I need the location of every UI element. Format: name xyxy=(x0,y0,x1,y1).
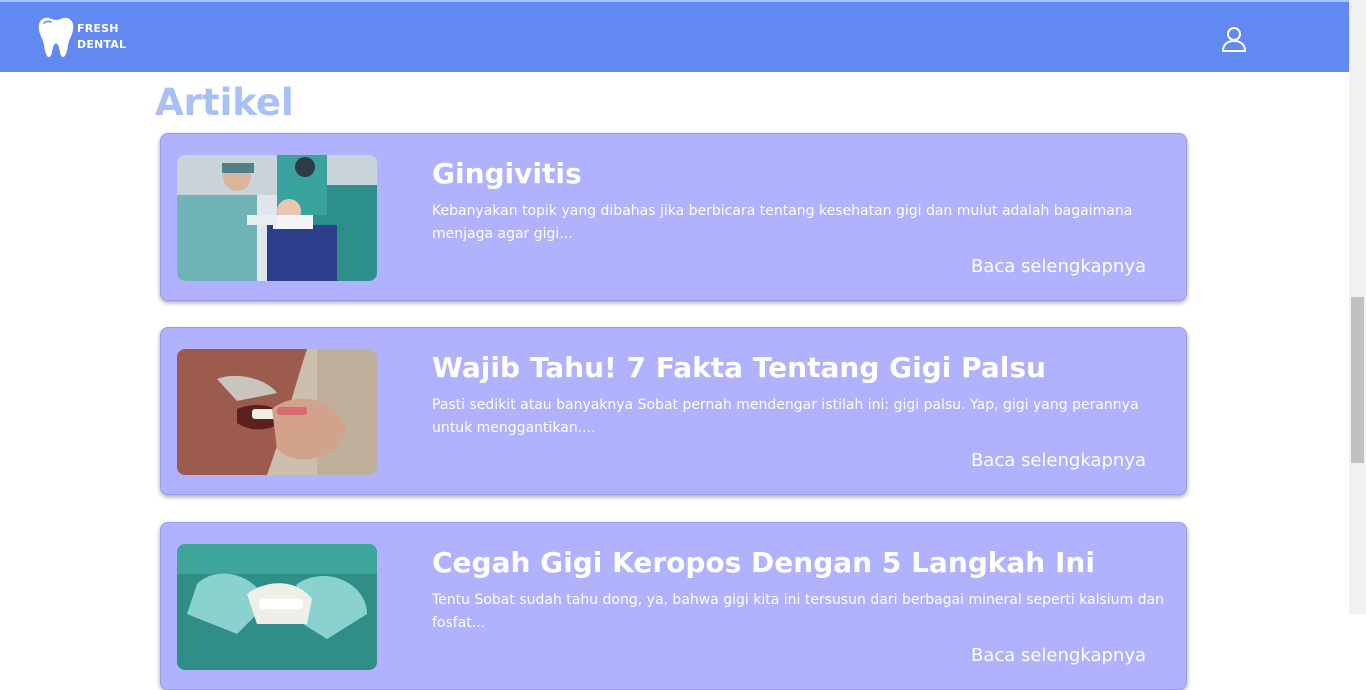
navbar: FRESH DENTAL xyxy=(0,2,1349,72)
brand-logo[interactable]: FRESH DENTAL xyxy=(38,14,138,60)
article-title[interactable]: Cegah Gigi Keropos Dengan 5 Langkah Ini xyxy=(432,545,1095,581)
dentist-treating-patient-photo xyxy=(177,155,377,281)
man-inserting-denture-photo xyxy=(177,349,377,475)
article-title[interactable]: Gingivitis xyxy=(432,156,582,192)
section-title: Artikel xyxy=(155,81,294,124)
article-excerpt: Pasti sedikit atau banyaknya Sobat perna… xyxy=(432,397,1139,436)
read-more-link[interactable]: Baca selengkapnya xyxy=(971,644,1146,668)
gloved-hands-holding-teeth-model-photo xyxy=(177,544,377,670)
user-icon xyxy=(1222,27,1246,52)
brand-name: FRESH DENTAL xyxy=(77,21,126,53)
article-card[interactable]: Cegah Gigi Keropos Dengan 5 Langkah Ini … xyxy=(160,522,1187,690)
brand-line1: FRESH xyxy=(77,22,119,35)
article-excerpt: Kebanyakan topik yang dibahas jika berbi… xyxy=(432,203,1133,242)
scrollbar-thumb[interactable] xyxy=(1351,297,1364,463)
article-card[interactable]: Gingivitis Kebanyakan topik yang dibahas… xyxy=(160,133,1187,301)
tooth-icon xyxy=(38,17,74,57)
read-more-link[interactable]: Baca selengkapnya xyxy=(971,255,1146,279)
article-image[interactable] xyxy=(177,155,377,281)
user-account-button[interactable] xyxy=(1220,25,1248,53)
read-more-link[interactable]: Baca selengkapnya xyxy=(971,449,1146,473)
article-title[interactable]: Wajib Tahu! 7 Fakta Tentang Gigi Palsu xyxy=(432,350,1046,386)
article-image[interactable] xyxy=(177,544,377,670)
article-card[interactable]: Wajib Tahu! 7 Fakta Tentang Gigi Palsu P… xyxy=(160,327,1187,495)
article-excerpt: Tentu Sobat sudah tahu dong, ya, bahwa g… xyxy=(432,592,1164,631)
article-image[interactable] xyxy=(177,349,377,475)
brand-line2: DENTAL xyxy=(77,38,127,51)
